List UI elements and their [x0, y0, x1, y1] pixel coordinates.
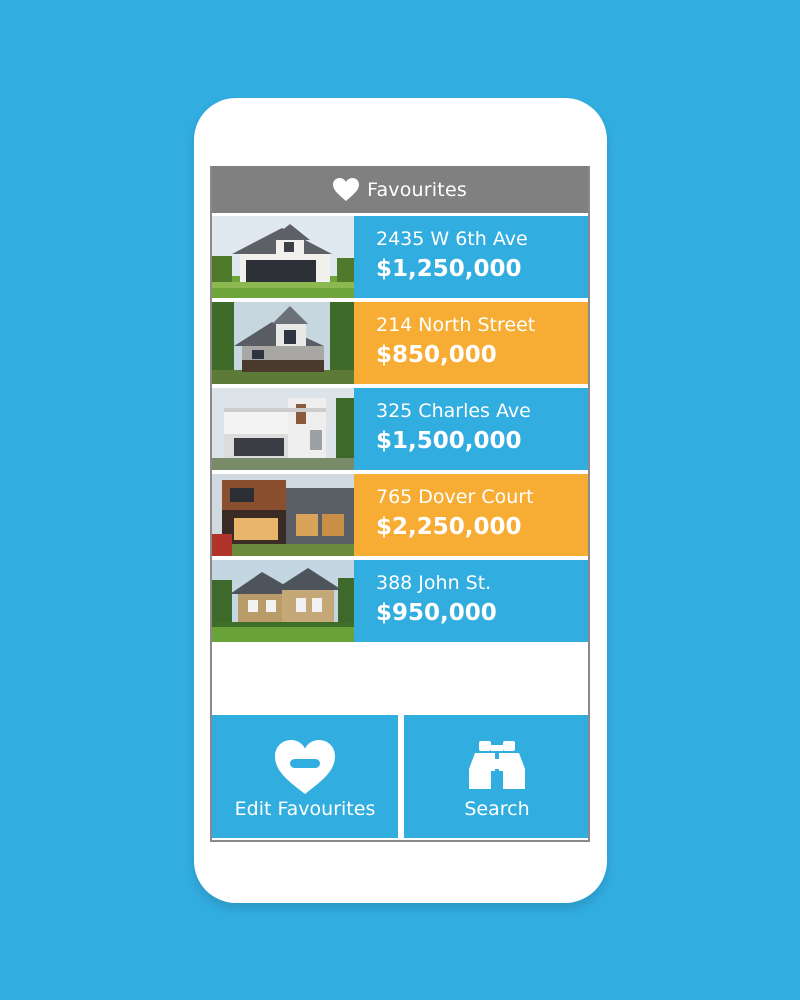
house-photo — [212, 474, 354, 556]
listing-address: 765 Dover Court — [376, 486, 534, 508]
listing-price: $2,250,000 — [376, 514, 522, 540]
listing-price: $1,250,000 — [376, 256, 522, 282]
listing-price: $950,000 — [376, 600, 497, 626]
search-button[interactable]: Search — [404, 715, 588, 838]
listing-info: 2435 W 6th Ave $1,250,000 — [354, 216, 588, 298]
app-screen: Favourites 2435 W 6th Ave $1,250,000 214… — [210, 166, 590, 842]
listing-item[interactable]: 388 John St. $950,000 — [212, 560, 588, 642]
search-label: Search — [464, 798, 530, 820]
page-title: Favourites — [367, 178, 467, 201]
listing-address: 325 Charles Ave — [376, 400, 531, 422]
edit-favourites-button[interactable]: Edit Favourites — [212, 715, 398, 838]
listing-item[interactable]: 2435 W 6th Ave $1,250,000 — [212, 216, 588, 298]
house-photo — [212, 302, 354, 384]
listing-address: 214 North Street — [376, 314, 536, 336]
listing-price: $1,500,000 — [376, 428, 522, 454]
heart-icon — [333, 177, 360, 201]
listing-item[interactable]: 214 North Street $850,000 — [212, 302, 588, 384]
house-photo — [212, 216, 354, 298]
listing-address: 2435 W 6th Ave — [376, 228, 528, 250]
listing-info: 325 Charles Ave $1,500,000 — [354, 388, 588, 470]
house-photo — [212, 388, 354, 470]
listing-item[interactable]: 765 Dover Court $2,250,000 — [212, 474, 588, 556]
listing-info: 765 Dover Court $2,250,000 — [354, 474, 588, 556]
house-photo — [212, 560, 354, 642]
favourites-header: Favourites — [212, 166, 588, 213]
heart-minus-icon — [275, 740, 335, 794]
binoculars-icon — [469, 741, 525, 789]
listing-info: 388 John St. $950,000 — [354, 560, 588, 642]
listing-item[interactable]: 325 Charles Ave $1,500,000 — [212, 388, 588, 470]
edit-favourites-label: Edit Favourites — [234, 798, 376, 820]
listing-info: 214 North Street $850,000 — [354, 302, 588, 384]
listing-address: 388 John St. — [376, 572, 492, 594]
listing-price: $850,000 — [376, 342, 497, 368]
